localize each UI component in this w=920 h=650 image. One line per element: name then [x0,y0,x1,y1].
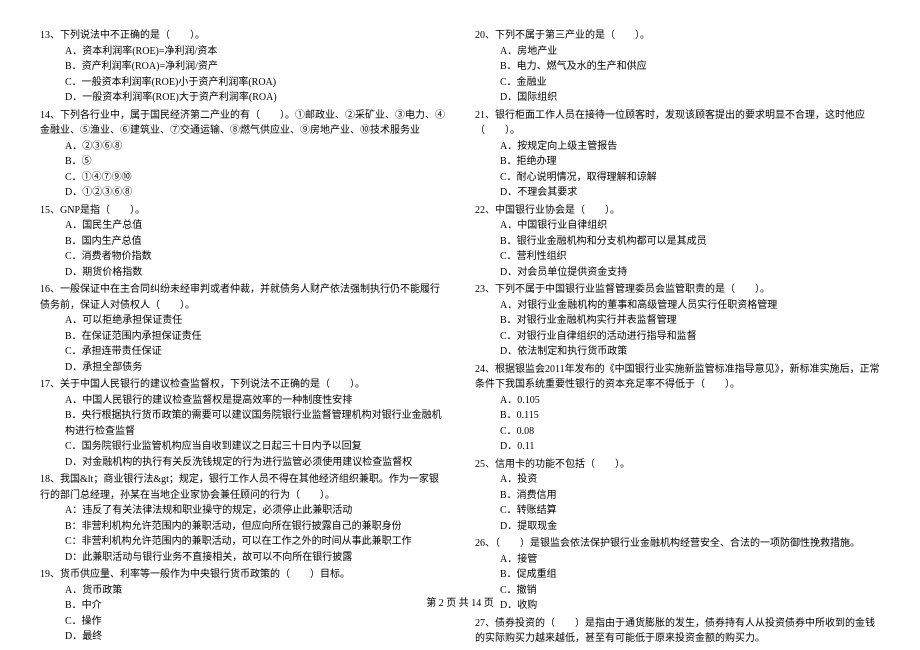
q16-stem: 16、一般保证中在主合同纠纷未经审判或者仲裁，并就债务人财产依法强制执行仍不能履… [40,282,445,313]
q17-opt-b: B．央行根据执行货币政策的需要可以建议国务院银行业监督管理机构对银行业金融机构进… [65,408,445,439]
q23-opt-a: A．对银行业金融机构的董事和高级管理人员实行任职资格管理 [500,298,880,314]
q14-opt-c: C．①④⑦⑨⑩ [65,170,445,186]
q18-opt-b: B：非营利机构允许范围内的兼职活动，但应向所在银行披露自己的兼职身份 [65,519,445,535]
q17-opt-c: C．国务院银行业监管机构应当自收到建议之日起三十日内予以回复 [65,439,445,455]
q15-stem: 15、GNP是指（ ）。 [40,203,445,219]
q20-stem: 20、下列不属于第三产业的是（ ）。 [475,28,880,44]
q17-stem: 17、关于中国人民银行的建议检查监督权，下列说法不正确的是（ ）。 [40,377,445,393]
q16-opt-c: C．承担连带责任保证 [65,344,445,360]
left-column: 13、下列说法中不正确的是（ ）。 A．资本利润率(ROE)=净利润/资本 B．… [40,28,445,580]
question-25: 25、信用卡的功能不包括（ ）。 A．投资 B．消费信用 C．转账结算 D．提取… [475,457,880,535]
q27-stem: 27、债券投资的（ ）是指由于通货膨胀的发生，债券持有人从投资债券中所收到的金钱… [475,616,880,647]
q16-opt-d: D．承担全部债务 [65,360,445,376]
q16-opt-b: B．在保证范围内承担保证责任 [65,329,445,345]
q20-opt-b: B．电力、燃气及水的生产和供应 [500,59,880,75]
q21-opt-a: A．按规定向上级主管报告 [500,139,880,155]
q26-opt-b: B．促成重组 [500,567,880,583]
q19-opt-c: C．操作 [65,614,445,630]
q20-opt-c: C．金融业 [500,75,880,91]
question-22: 22、中国银行业协会是（ ）。 A．中国银行业自律组织 B．银行业金融机构和分支… [475,203,880,281]
q26-opt-c: C．撤销 [500,583,880,599]
q23-opt-b: B．对银行业金融机构实行并表监督管理 [500,313,880,329]
q22-stem: 22、中国银行业协会是（ ）。 [475,203,880,219]
question-23: 23、下列不属于中国银行业监督管理委员会监管职责的是（ ）。 A．对银行业金融机… [475,282,880,360]
q15-opt-b: B．国内生产总值 [65,234,445,250]
question-24: 24、根据银监会2011年发布的《中国银行业实施新监管标准指导意见》，新标准实施… [475,362,880,455]
q25-opt-b: B．消费信用 [500,488,880,504]
q25-stem: 25、信用卡的功能不包括（ ）。 [475,457,880,473]
question-17: 17、关于中国人民银行的建议检查监督权，下列说法不正确的是（ ）。 A．中国人民… [40,377,445,470]
q15-opt-a: A．国民生产总值 [65,218,445,234]
q13-opt-a: A．资本利润率(ROE)=净利润/资本 [65,44,445,60]
question-18: 18、我国&lt；商业银行法&gt；规定，银行工作人员不得在其他经济组织兼职。作… [40,472,445,565]
q21-opt-d: D．不理会其要求 [500,185,880,201]
q15-opt-c: C．消费者物价指数 [65,249,445,265]
q22-opt-c: C．营利性组织 [500,249,880,265]
q13-opt-b: B．资产利润率(ROA)=净利润/资产 [65,59,445,75]
q14-stem: 14、下列各行业中，属于国民经济第二产业的有（ ）。①邮政业、②采矿业、③电力、… [40,108,445,139]
q25-opt-d: D．提取现金 [500,519,880,535]
q24-opt-a: A．0.105 [500,393,880,409]
q21-opt-b: B．拒绝办理 [500,154,880,170]
question-21: 21、银行柜面工作人员在接待一位顾客时，发现该顾客提出的要求明显不合理，这时他应… [475,108,880,201]
q13-stem: 13、下列说法中不正确的是（ ）。 [40,28,445,44]
q19-opt-d: D．最终 [65,629,445,645]
question-27: 27、债券投资的（ ）是指由于通货膨胀的发生，债券持有人从投资债券中所收到的金钱… [475,616,880,647]
q21-stem: 21、银行柜面工作人员在接待一位顾客时，发现该顾客提出的要求明显不合理，这时他应… [475,108,880,139]
q19-opt-a: A．货币政策 [65,583,445,599]
q22-opt-d: D．对会员单位提供资金支持 [500,265,880,281]
q16-opt-a: A．可以拒绝承担保证责任 [65,313,445,329]
q14-opt-b: B．⑤ [65,154,445,170]
q23-opt-c: C．对银行业自律组织的活动进行指导和监督 [500,329,880,345]
q14-opt-a: A．②③⑥⑧ [65,139,445,155]
question-14: 14、下列各行业中，属于国民经济第二产业的有（ ）。①邮政业、②采矿业、③电力、… [40,108,445,201]
q17-opt-a: A．中国人民银行的建议检查监督权是提高效率的一种制度性安排 [65,393,445,409]
q22-opt-b: B．银行业金融机构和分支机构都可以是其成员 [500,234,880,250]
q18-opt-c: C：非营利机构允许范围内的兼职活动，可以在工作之外的时间从事此兼职工作 [65,534,445,550]
q13-opt-d: D．一般资本利润率(ROE)大于资产利润率(ROA) [65,90,445,106]
q20-opt-d: D．国际组织 [500,90,880,106]
right-column: 20、下列不属于第三产业的是（ ）。 A．房地产业 B．电力、燃气及水的生产和供… [475,28,880,580]
q18-opt-a: A：违反了有关法律法规和职业操守的规定，必须停止此兼职活动 [65,503,445,519]
q24-opt-b: B．0.115 [500,408,880,424]
q26-opt-a: A．接管 [500,552,880,568]
q20-opt-a: A．房地产业 [500,44,880,60]
q24-stem: 24、根据银监会2011年发布的《中国银行业实施新监管标准指导意见》，新标准实施… [475,362,880,393]
q24-opt-d: D．0.11 [500,439,880,455]
q15-opt-d: D．期货价格指数 [65,265,445,281]
q19-stem: 19、货币供应量、利率等一般作为中央银行货币政策的（ ）目标。 [40,567,445,583]
q24-opt-c: C．0.08 [500,424,880,440]
question-20: 20、下列不属于第三产业的是（ ）。 A．房地产业 B．电力、燃气及水的生产和供… [475,28,880,106]
question-19: 19、货币供应量、利率等一般作为中央银行货币政策的（ ）目标。 A．货币政策 B… [40,567,445,645]
q26-opt-d: D．收购 [500,598,880,614]
q23-opt-d: D．依法制定和执行货币政策 [500,344,880,360]
q19-opt-b: B．中介 [65,598,445,614]
question-13: 13、下列说法中不正确的是（ ）。 A．资本利润率(ROE)=净利润/资本 B．… [40,28,445,106]
q25-opt-a: A．投资 [500,472,880,488]
question-16: 16、一般保证中在主合同纠纷未经审判或者仲裁，并就债务人财产依法强制执行仍不能履… [40,282,445,375]
question-26: 26、（ ）是银监会依法保护银行业金融机构经营安全、合法的一项防御性挽救措施。 … [475,536,880,614]
q13-opt-c: C．一般资本利润率(ROE)小于资产利润率(ROA) [65,75,445,91]
q21-opt-c: C．耐心说明情况，取得理解和谅解 [500,170,880,186]
q14-opt-d: D．①②③⑥⑧ [65,185,445,201]
q22-opt-a: A．中国银行业自律组织 [500,218,880,234]
q26-stem: 26、（ ）是银监会依法保护银行业金融机构经营安全、合法的一项防御性挽救措施。 [475,536,880,552]
q25-opt-c: C．转账结算 [500,503,880,519]
q18-opt-d: D：此兼职活动与银行业务不直接相关，故可以不向所在银行披露 [65,550,445,566]
q17-opt-d: D．对金融机构的执行有关反洗钱规定的行为进行监管必须使用建议检查监督权 [65,455,445,471]
q18-stem: 18、我国&lt；商业银行法&gt；规定，银行工作人员不得在其他经济组织兼职。作… [40,472,445,503]
question-15: 15、GNP是指（ ）。 A．国民生产总值 B．国内生产总值 C．消费者物价指数… [40,203,445,281]
q23-stem: 23、下列不属于中国银行业监督管理委员会监管职责的是（ ）。 [475,282,880,298]
